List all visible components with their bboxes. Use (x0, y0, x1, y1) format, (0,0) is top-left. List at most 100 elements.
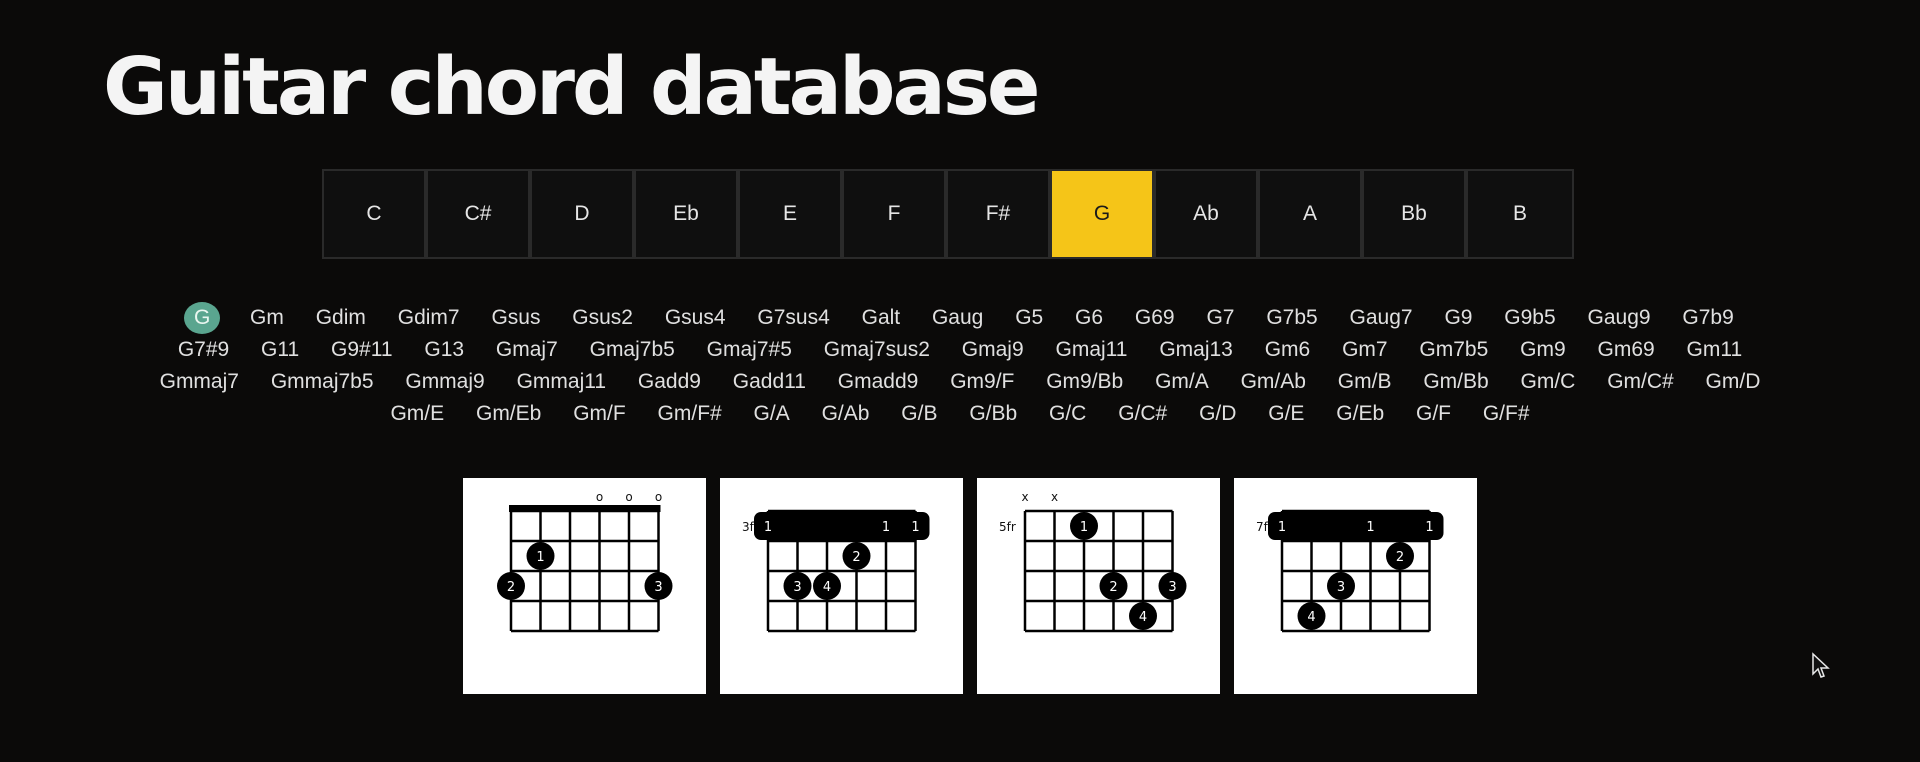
chord-item[interactable]: Gdim7 (396, 302, 462, 334)
chord-item[interactable]: Gm/A (1153, 366, 1211, 398)
chord-item[interactable]: Gmaj7sus2 (822, 334, 932, 366)
key-tab-a[interactable]: A (1260, 171, 1364, 257)
chord-item[interactable]: Gm9 (1518, 334, 1568, 366)
chord-item[interactable]: G69 (1133, 302, 1177, 334)
chord-item[interactable]: G/A (752, 398, 792, 430)
finger-number: 3 (654, 580, 662, 595)
finger-number: 2 (1396, 550, 1404, 565)
chord-diagram[interactable]: 7fr 1 1 1 2 3 4 (1234, 478, 1477, 694)
chord-item[interactable]: Gm/F (571, 398, 628, 430)
chord-item[interactable]: Gmmaj11 (515, 366, 608, 398)
chord-item[interactable]: Gm11 (1685, 334, 1745, 366)
key-tab-fsharp[interactable]: F# (948, 171, 1052, 257)
chord-item[interactable]: G/B (899, 398, 939, 430)
chord-item[interactable]: Galt (860, 302, 903, 334)
finger-number: 3 (793, 580, 801, 595)
chord-item[interactable]: Gsus4 (663, 302, 728, 334)
fretboard: o o o 1 2 3 (497, 490, 673, 633)
fretboard: 5fr x x 1 2 3 4 (999, 490, 1187, 633)
chord-item[interactable]: G9 (1442, 302, 1474, 334)
chord-item[interactable]: Gmmaj9 (403, 366, 486, 398)
open-string-marker: o (625, 490, 632, 504)
chord-item[interactable]: G7b9 (1680, 302, 1735, 334)
chord-item[interactable]: Gaug7 (1348, 302, 1415, 334)
key-tab-f[interactable]: F (844, 171, 948, 257)
barre (1268, 512, 1444, 540)
chord-item[interactable]: Gm/D (1704, 366, 1763, 398)
chord-item[interactable]: Gadd9 (636, 366, 703, 398)
chord-item[interactable]: Gm (248, 302, 286, 334)
chord-item[interactable]: G6 (1073, 302, 1105, 334)
chord-item[interactable]: Gm/Bb (1421, 366, 1490, 398)
key-tab-e[interactable]: E (740, 171, 844, 257)
muted-string-marker: x (1051, 490, 1058, 504)
chord-item[interactable]: G7#9 (176, 334, 231, 366)
chord-item[interactable]: G/C# (1116, 398, 1169, 430)
chord-item[interactable]: Gm/C (1519, 366, 1578, 398)
finger-number: 4 (1139, 610, 1147, 625)
nut (509, 505, 661, 512)
chord-item[interactable]: Gm/B (1336, 366, 1394, 398)
chord-item[interactable]: Gdim (314, 302, 368, 334)
chord-item[interactable]: Gsus (489, 302, 542, 334)
barre-finger-label: 1 (764, 520, 772, 535)
finger-number: 4 (1307, 610, 1315, 625)
chord-item[interactable]: G7b5 (1264, 302, 1319, 334)
chord-item[interactable]: G9b5 (1502, 302, 1557, 334)
chord-item[interactable]: Gmaj13 (1157, 334, 1235, 366)
chord-item[interactable]: Gmaj11 (1054, 334, 1130, 366)
key-tab-eb[interactable]: Eb (636, 171, 740, 257)
key-tab-b[interactable]: B (1468, 171, 1572, 257)
chord-item[interactable]: G (184, 302, 221, 334)
chord-item[interactable]: Gm6 (1263, 334, 1313, 366)
chord-item[interactable]: G7sus4 (755, 302, 831, 334)
chord-item[interactable]: G9#11 (329, 334, 395, 366)
chord-item[interactable]: Gm7b5 (1417, 334, 1490, 366)
key-tab-c[interactable]: C (324, 171, 428, 257)
key-tab-ab[interactable]: Ab (1156, 171, 1260, 257)
chord-item[interactable]: G13 (422, 334, 466, 366)
chord-item[interactable]: G11 (259, 334, 301, 366)
chord-item[interactable]: Gm/F# (656, 398, 724, 430)
chord-item[interactable]: G/D (1197, 398, 1238, 430)
chord-item[interactable]: Gm/C# (1605, 366, 1676, 398)
chord-item[interactable]: Gsus2 (570, 302, 635, 334)
chord-item[interactable]: G/F (1414, 398, 1453, 430)
chord-item[interactable]: Gaug9 (1586, 302, 1653, 334)
chord-item[interactable]: Gmaj7#5 (705, 334, 794, 366)
fretboard: 7fr 1 1 1234 (1256, 509, 1444, 633)
chord-item[interactable]: Gm/Ab (1239, 366, 1308, 398)
finger-number: 1 (536, 550, 544, 565)
chord-item[interactable]: G7 (1204, 302, 1236, 334)
chord-item[interactable]: Gm/Eb (474, 398, 543, 430)
chord-item[interactable]: Gadd11 (731, 366, 808, 398)
chord-diagram[interactable]: 5fr x x 1 2 3 4 (977, 478, 1220, 694)
chord-diagram[interactable]: 3fr 1 1 1 2 3 4 (720, 478, 963, 694)
chord-item[interactable]: Gm7 (1340, 334, 1390, 366)
barre-finger-label: 1 (911, 520, 919, 535)
chord-item[interactable]: G/F# (1481, 398, 1532, 430)
chord-item[interactable]: Gm/E (388, 398, 446, 430)
chord-item[interactable]: Gmaj7 (494, 334, 560, 366)
key-tab-g[interactable]: G (1052, 171, 1156, 257)
chord-item[interactable]: Gmadd9 (836, 366, 921, 398)
chord-item[interactable]: Gmmaj7b5 (269, 366, 376, 398)
chord-item[interactable]: G/Bb (967, 398, 1019, 430)
key-tab-bb[interactable]: Bb (1364, 171, 1468, 257)
chord-item[interactable]: Gm9/Bb (1044, 366, 1125, 398)
chord-item[interactable]: Gmmaj7 (158, 366, 241, 398)
chord-item[interactable]: G/E (1266, 398, 1306, 430)
chord-item[interactable]: Gaug (930, 302, 985, 334)
chord-item[interactable]: Gmaj7b5 (588, 334, 677, 366)
chord-item[interactable]: Gm9/F (948, 366, 1016, 398)
key-tab-d[interactable]: D (532, 171, 636, 257)
chord-item[interactable]: G/Eb (1334, 398, 1386, 430)
chord-item[interactable]: G5 (1013, 302, 1045, 334)
chord-item[interactable]: G/Ab (820, 398, 872, 430)
chord-diagram[interactable]: o o o 1 2 3 (463, 478, 706, 694)
key-tab-csharp[interactable]: C# (428, 171, 532, 257)
chord-item[interactable]: Gmaj9 (960, 334, 1026, 366)
chord-item[interactable]: G/C (1047, 398, 1088, 430)
chord-item[interactable]: Gm69 (1596, 334, 1657, 366)
muted-string-marker: x (1021, 490, 1028, 504)
